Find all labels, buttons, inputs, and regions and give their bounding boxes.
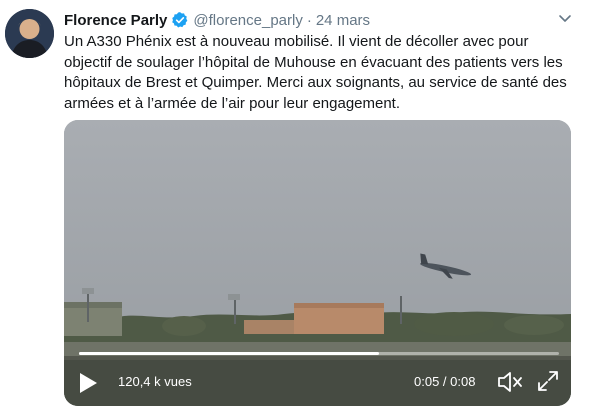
speaker-muted-icon: [498, 372, 522, 392]
tweet-date[interactable]: 24 mars: [316, 12, 370, 29]
author-name[interactable]: Florence Parly: [64, 12, 167, 29]
tweet-text: Un A330 Phénix est à nouveau mobilisé. I…: [64, 33, 567, 112]
avatar-image: [5, 9, 54, 58]
video-progress-bar[interactable]: [79, 352, 559, 355]
verified-badge-icon: [171, 11, 189, 29]
video-progress-fill: [79, 352, 379, 355]
video-controls: 120,4 k vues 0:05 / 0:08: [64, 358, 571, 406]
fullscreen-button[interactable]: [536, 369, 560, 393]
play-icon: [80, 373, 97, 393]
mute-button[interactable]: [496, 369, 524, 395]
view-count: 120,4 k vues: [118, 374, 192, 389]
tweet-header: Florence Parly @florence_parly · 24 mars: [64, 10, 370, 30]
avatar[interactable]: [5, 9, 54, 58]
chevron-down-icon[interactable]: [557, 10, 573, 26]
fullscreen-icon: [538, 371, 558, 391]
video-player[interactable]: 120,4 k vues 0:05 / 0:08: [64, 120, 571, 406]
header-separator: ·: [306, 11, 312, 29]
author-handle[interactable]: @florence_parly: [193, 12, 302, 29]
video-time: 0:05 / 0:08: [414, 374, 476, 389]
play-button[interactable]: [78, 372, 98, 394]
